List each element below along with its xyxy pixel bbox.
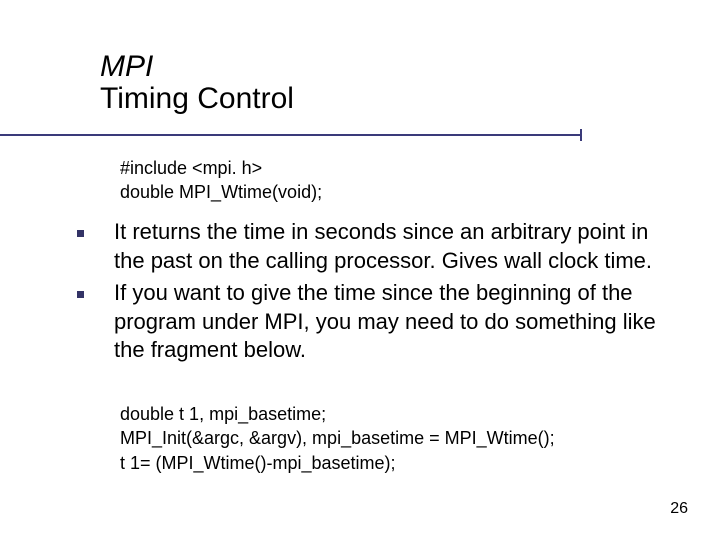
title-underline xyxy=(0,134,580,136)
square-bullet-icon xyxy=(77,230,84,237)
code-line: MPI_Init(&argc, &argv), mpi_basetime = M… xyxy=(120,426,555,450)
bullet-list: It returns the time in seconds since an … xyxy=(77,218,680,369)
code-line: double t 1, mpi_basetime; xyxy=(120,402,555,426)
square-bullet-icon xyxy=(77,291,84,298)
list-item: It returns the time in seconds since an … xyxy=(77,218,680,275)
code-block-bottom: double t 1, mpi_basetime; MPI_Init(&argc… xyxy=(120,402,555,475)
code-line: t 1= (MPI_Wtime()-mpi_basetime); xyxy=(120,451,555,475)
code-line: #include <mpi. h> xyxy=(120,156,322,180)
bullet-text: If you want to give the time since the b… xyxy=(114,279,680,365)
slide-title-block: MPI Timing Control xyxy=(100,52,294,115)
title-mpi: MPI xyxy=(100,52,294,82)
title-underline-tick xyxy=(580,129,582,141)
page-number: 26 xyxy=(670,500,688,518)
bullet-text: It returns the time in seconds since an … xyxy=(114,218,680,275)
slide: MPI Timing Control #include <mpi. h> dou… xyxy=(0,0,720,540)
code-line: double MPI_Wtime(void); xyxy=(120,180,322,204)
list-item: If you want to give the time since the b… xyxy=(77,279,680,365)
code-block-top: #include <mpi. h> double MPI_Wtime(void)… xyxy=(120,156,322,205)
title-subtitle: Timing Control xyxy=(100,82,294,115)
